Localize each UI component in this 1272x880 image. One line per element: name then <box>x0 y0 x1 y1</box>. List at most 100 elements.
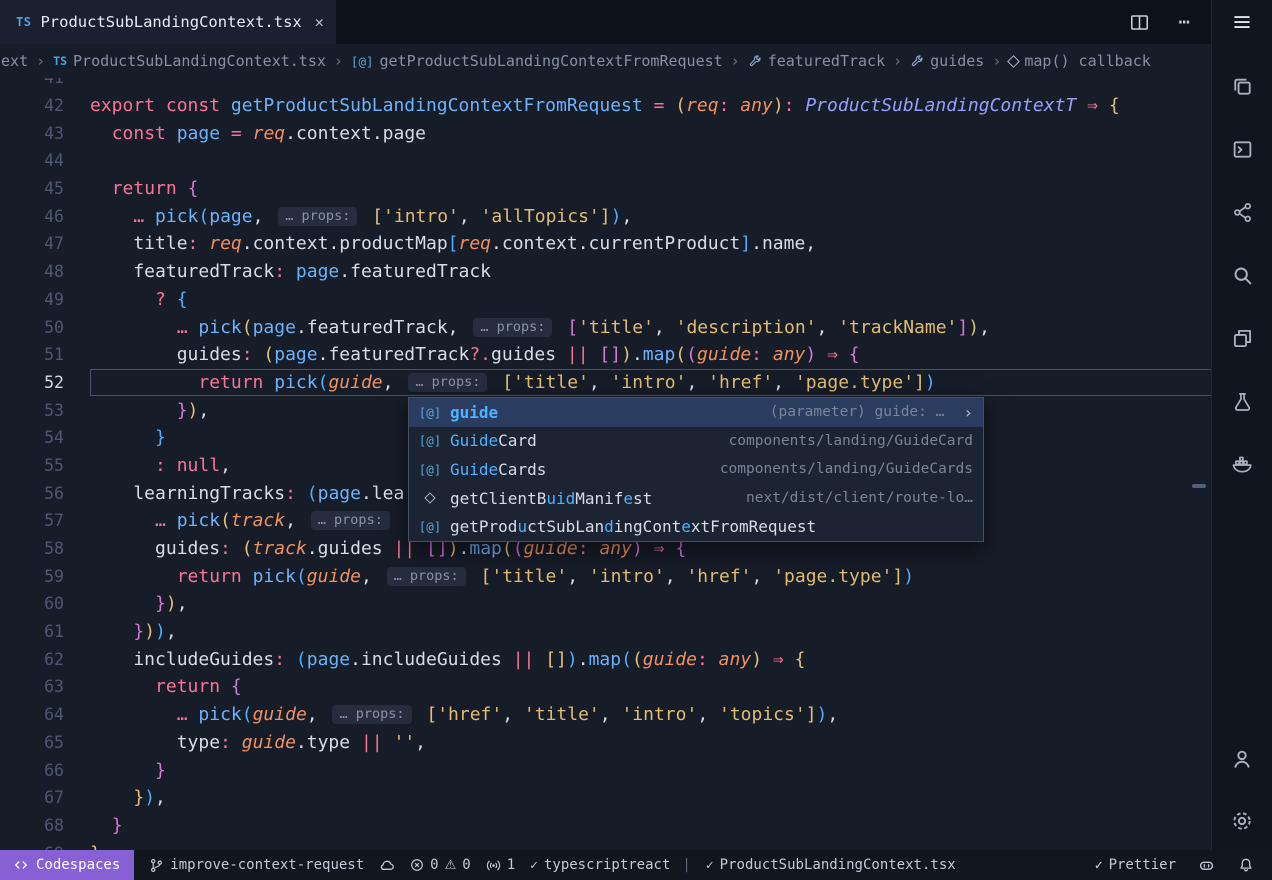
code-line[interactable]: 60 }), <box>0 590 1212 618</box>
code-line[interactable]: 48 featuredTrack: page.featuredTrack <box>0 258 1212 286</box>
search-icon[interactable] <box>1229 262 1255 288</box>
breadcrumb-item-featuredtrack[interactable]: featuredTrack <box>748 52 885 70</box>
code-line[interactable]: 43 const page = req.context.page <box>0 119 1212 147</box>
activity-bar <box>1211 0 1272 850</box>
language-mode-indicator[interactable]: ✓ typescriptreact <box>530 857 670 873</box>
suggestion-item[interactable]: getClientBuidManifestnext/dist/client/ro… <box>409 484 983 513</box>
line-number: 62 <box>0 650 90 669</box>
code-line[interactable]: 52 return pick(guide, … props: ['title',… <box>0 369 1212 397</box>
menu-icon[interactable] <box>1229 9 1255 35</box>
broadcast-icon <box>486 858 501 873</box>
tab-productsublandingcontext[interactable]: TS ProductSubLandingContext.tsx ✕ <box>0 0 336 44</box>
typescript-file-icon: TS <box>53 54 67 68</box>
more-actions-icon[interactable]: ⋯ <box>1179 13 1190 32</box>
code-line[interactable]: 69} <box>0 839 1212 850</box>
suggestion-label: getProductSubLandingContextFromRequest <box>450 517 816 536</box>
suggestion-item[interactable]: [@]getProductSubLandingContextFromReques… <box>409 512 983 541</box>
symbol-parameter-icon: [@] <box>351 54 374 69</box>
code-text: return { <box>90 175 1212 203</box>
ports-indicator[interactable]: 1 <box>486 857 515 873</box>
chevron-right-icon[interactable]: › <box>963 403 973 422</box>
code-line[interactable]: 45 return { <box>0 175 1212 203</box>
line-number: 68 <box>0 816 90 835</box>
active-file-indicator[interactable]: ✓ ProductSubLandingContext.tsx <box>706 857 956 873</box>
line-number: 47 <box>0 234 90 253</box>
account-icon[interactable] <box>1229 746 1255 772</box>
suggestion-item[interactable]: [@]guide(parameter) guide: …› <box>409 398 983 427</box>
suggestion-detail: components/landing/GuideCard <box>729 433 973 449</box>
line-number: 53 <box>0 401 90 420</box>
vscode-window: { "titlebar": { "tab": { "icon": "TS", "… <box>0 0 1272 880</box>
line-number: 46 <box>0 207 90 226</box>
code-line[interactable]: 64 … pick(guide, … props: ['href', 'titl… <box>0 701 1212 729</box>
inlay-hint-props: … props: <box>387 567 466 586</box>
code-line[interactable]: 66 } <box>0 756 1212 784</box>
remote-indicator-codespaces[interactable]: Codespaces <box>0 850 134 880</box>
breadcrumb-item-folder[interactable]: text <box>0 52 28 70</box>
intellisense-popup: [@]guide(parameter) guide: …›[@]GuideCar… <box>408 397 984 542</box>
line-number: 61 <box>0 622 90 641</box>
code-line[interactable]: 51 guides: (page.featuredTrack?.guides |… <box>0 341 1212 369</box>
line-number: 49 <box>0 290 90 309</box>
suggestion-item[interactable]: [@]GuideCardcomponents/landing/GuideCard <box>409 427 983 456</box>
breadcrumb-item-map-callback[interactable]: map() callback <box>1009 52 1150 70</box>
code-line[interactable]: 41 <box>0 78 1212 92</box>
code-text <box>90 78 1212 92</box>
tab-close-icon[interactable]: ✕ <box>311 11 328 33</box>
line-number: 60 <box>0 594 90 613</box>
code-text: const page = req.context.page <box>90 119 1212 147</box>
code-line[interactable]: 63 return { <box>0 673 1212 701</box>
wrench-icon <box>910 54 924 68</box>
source-control-graph-icon[interactable] <box>1229 199 1255 225</box>
code-text: } <box>90 756 1212 784</box>
code-line[interactable]: 44 <box>0 147 1212 175</box>
split-editor-icon[interactable] <box>1127 9 1153 35</box>
check-icon: ✓ <box>706 858 714 873</box>
settings-gear-icon[interactable] <box>1229 808 1255 834</box>
extensions-icon[interactable] <box>1229 325 1255 351</box>
line-number: 64 <box>0 705 90 724</box>
code-line[interactable]: 61 })), <box>0 618 1212 646</box>
editor-actions: ⋯ <box>1127 9 1212 35</box>
code-line[interactable]: 67 }), <box>0 784 1212 812</box>
breadcrumb-separator: › <box>893 52 902 70</box>
code-line[interactable]: 47 title: req.context.productMap[req.con… <box>0 230 1212 258</box>
inlay-hint-props: … props: <box>311 511 390 530</box>
branch-indicator[interactable]: improve-context-request <box>149 857 364 873</box>
cloud-icon <box>379 857 395 873</box>
errors-icon <box>410 858 424 872</box>
code-text: return { <box>90 673 1212 701</box>
copy-files-icon[interactable] <box>1229 73 1255 99</box>
breadcrumb-item-file[interactable]: TS ProductSubLandingContext.tsx <box>53 52 326 70</box>
branch-icon <box>149 858 164 873</box>
breadcrumb-separator: › <box>334 52 343 70</box>
bell-icon[interactable] <box>1236 855 1256 875</box>
code-line[interactable]: 68 } <box>0 812 1212 840</box>
code-line[interactable]: 50 … pick(page.featuredTrack, … props: [… <box>0 313 1212 341</box>
code-line[interactable]: 49 ? { <box>0 286 1212 314</box>
code-line[interactable]: 42export const getProductSubLandingConte… <box>0 92 1212 120</box>
code-line[interactable]: 59 return pick(guide, … props: ['title',… <box>0 562 1212 590</box>
breadcrumb-item-function[interactable]: [@] getProductSubLandingContextFromReque… <box>351 52 723 70</box>
formatter-indicator[interactable]: ✓✓ Prettier <box>1095 857 1176 873</box>
code-text: ? { <box>90 286 1212 314</box>
problems-indicator[interactable]: 0 ⚠ 0 <box>410 857 471 873</box>
docker-whale-icon[interactable] <box>1229 451 1255 477</box>
cube-icon <box>1007 55 1020 68</box>
code-line[interactable]: 65 type: guide.type || '', <box>0 729 1212 757</box>
code-line[interactable]: 46 … pick(page, … props: ['intro', 'allT… <box>0 202 1212 230</box>
suggestion-item[interactable]: [@]GuideCardscomponents/landing/GuideCar… <box>409 455 983 484</box>
line-number: 51 <box>0 345 90 364</box>
line-number: 56 <box>0 484 90 503</box>
terminal-panel-icon[interactable] <box>1229 136 1255 162</box>
line-number: 54 <box>0 428 90 447</box>
breadcrumb-item-guides[interactable]: guides <box>910 52 984 70</box>
code-text: … pick(page.featuredTrack, … props: ['ti… <box>90 313 1212 341</box>
sync-indicator[interactable] <box>379 857 395 873</box>
copilot-icon[interactable] <box>1196 855 1216 875</box>
module-icon <box>419 494 441 502</box>
scrollbar-thumb[interactable] <box>1192 484 1206 488</box>
line-number: 63 <box>0 677 90 696</box>
beaker-icon[interactable] <box>1229 388 1255 414</box>
code-line[interactable]: 62 includeGuides: (page.includeGuides ||… <box>0 645 1212 673</box>
